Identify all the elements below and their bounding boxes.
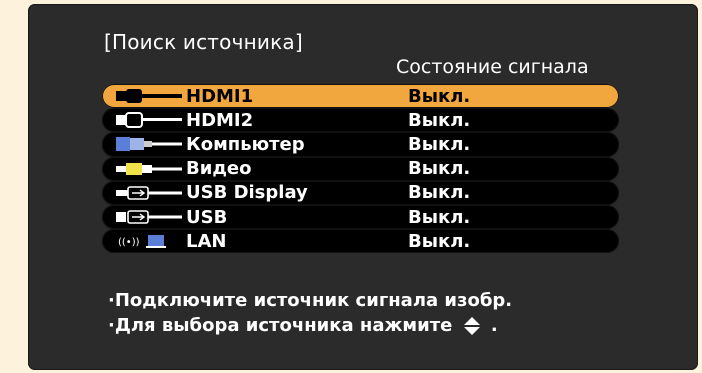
source-row-computer[interactable]: Компьютер Выкл.: [102, 132, 619, 157]
source-list: HDMI1 Выкл. HDMI2 Выкл. Компьютер Выкл. …: [102, 84, 619, 254]
vga-cable-icon: [114, 135, 186, 153]
source-row-hdmi1[interactable]: HDMI1 Выкл.: [102, 84, 619, 109]
wireless-lan-icon: ((•)): [114, 232, 186, 250]
hint-connect: ·Подключите источник сигнала изобр.: [108, 290, 513, 311]
up-down-arrow-icon: [463, 316, 481, 336]
source-row-hdmi2[interactable]: HDMI2 Выкл.: [102, 108, 619, 133]
source-status: Выкл.: [408, 206, 471, 228]
usb-cable-icon: [114, 184, 186, 202]
hdmi-cable-icon: [114, 111, 186, 129]
rca-cable-icon: [114, 160, 186, 178]
source-name: HDMI2: [186, 109, 254, 131]
signal-status-header: Состояние сигнала: [396, 56, 589, 78]
source-row-lan[interactable]: ((•)) LAN Выкл.: [102, 229, 619, 254]
source-name: USB Display: [186, 182, 308, 204]
instructions: ·Подключите источник сигнала изобр. ·Для…: [108, 288, 512, 338]
source-status: Выкл.: [408, 109, 471, 131]
source-row-video[interactable]: Видео Выкл.: [102, 156, 619, 181]
source-row-usb[interactable]: USB Выкл.: [102, 204, 619, 230]
source-status: Выкл.: [408, 230, 471, 252]
hdmi-cable-icon: [114, 87, 186, 105]
hint-select: ·Для выбора источника нажмите .: [108, 313, 512, 338]
hint-select-period: .: [490, 315, 498, 336]
source-search-panel: [Поиск источника] Состояние сигнала HDMI…: [28, 4, 698, 370]
source-status: Выкл.: [408, 158, 471, 180]
source-name: LAN: [186, 230, 227, 252]
source-row-usb-display[interactable]: USB Display Выкл.: [102, 180, 619, 205]
source-status: Выкл.: [408, 85, 471, 107]
svg-text:((•)): ((•)): [118, 237, 140, 248]
usb-cable-icon: [114, 208, 186, 226]
source-status: Выкл.: [408, 182, 471, 204]
source-name: HDMI1: [186, 85, 254, 107]
hint-select-text: ·Для выбора источника нажмите: [108, 315, 453, 336]
source-name: USB: [186, 206, 228, 228]
panel-title: [Поиск источника]: [104, 30, 303, 54]
source-name: Компьютер: [186, 133, 305, 155]
source-name: Видео: [186, 158, 252, 180]
source-status: Выкл.: [408, 133, 471, 155]
